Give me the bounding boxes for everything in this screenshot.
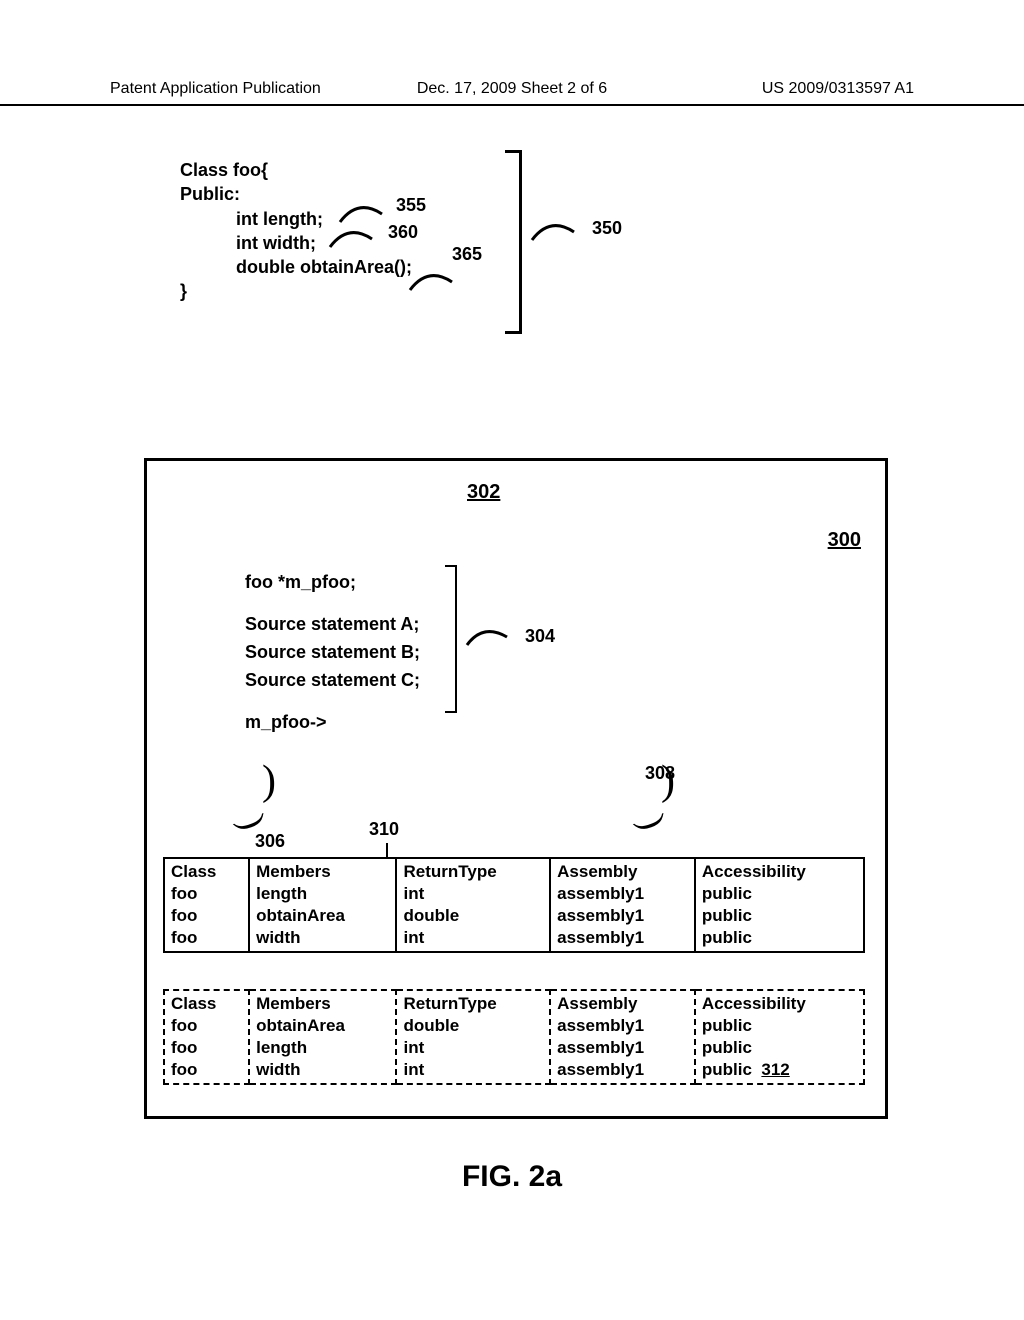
ref-355: 355: [396, 195, 426, 216]
code-line: Source statement B;: [245, 639, 420, 667]
code-line: Source statement C;: [245, 667, 420, 695]
t1-cell: Class foo foo foo: [164, 858, 249, 952]
t1-cell: Members length obtainArea width: [249, 858, 396, 952]
patent-sheet: Patent Application Publication Dec. 17, …: [0, 0, 1024, 1320]
code-line: Source statement A;: [245, 611, 420, 639]
leader-350: [530, 218, 590, 258]
members-table-1: Class foo foo foo Members length obtainA…: [163, 857, 865, 953]
figure-caption: FIG. 2a: [0, 1160, 1024, 1194]
bracket-304: [445, 565, 457, 713]
ref-300: 300: [828, 529, 861, 552]
code-line: }: [180, 279, 412, 303]
members-table-2: Class foo foo foo Members obtainArea len…: [163, 989, 865, 1085]
header-mid: Dec. 17, 2009 Sheet 2 of 6: [417, 80, 607, 98]
t1-cell: ReturnType int double int: [396, 858, 550, 952]
ref-306: 306: [255, 831, 285, 852]
ref-308: 308: [645, 763, 675, 784]
paren-306: ): [262, 757, 276, 805]
header-right: US 2009/0313597 A1: [762, 80, 914, 98]
ref-365: 365: [452, 244, 482, 265]
ref-304: 304: [525, 626, 555, 647]
leader-360: [328, 225, 388, 265]
t2-cell: ReturnType double int int: [396, 990, 550, 1084]
leader-304: [465, 625, 520, 661]
t1-cell: Accessibility public public public: [695, 858, 864, 952]
bracket-350: [505, 150, 522, 334]
t2-cell: Members obtainArea length width: [249, 990, 396, 1084]
source-code-block: foo *m_pfoo; Source statement A; Source …: [245, 569, 420, 736]
ref-312: 312: [761, 1060, 789, 1079]
page-header: Patent Application Publication Dec. 17, …: [0, 80, 1024, 106]
ref-310: 310: [369, 819, 399, 840]
paren-308b: ): [631, 809, 675, 835]
code-line: m_pfoo->: [245, 709, 420, 737]
editor-panel: 302 300 foo *m_pfoo; Source statement A;…: [144, 458, 888, 1119]
header-left: Patent Application Publication: [110, 80, 321, 98]
tick-310: [386, 843, 388, 857]
code-line: Class foo{: [180, 158, 412, 182]
t1-cell: Assembly assembly1 assembly1 assembly1: [550, 858, 695, 952]
leader-365: [408, 268, 468, 308]
ref-350: 350: [592, 218, 622, 239]
ref-360: 360: [388, 222, 418, 243]
t2-cell: Class foo foo foo: [164, 990, 249, 1084]
t2-cell: Accessibility public public public 312: [695, 990, 864, 1084]
code-line: foo *m_pfoo;: [245, 569, 420, 597]
t2-cell: Assembly assembly1 assembly1 assembly1: [550, 990, 695, 1084]
ref-302: 302: [467, 481, 500, 504]
